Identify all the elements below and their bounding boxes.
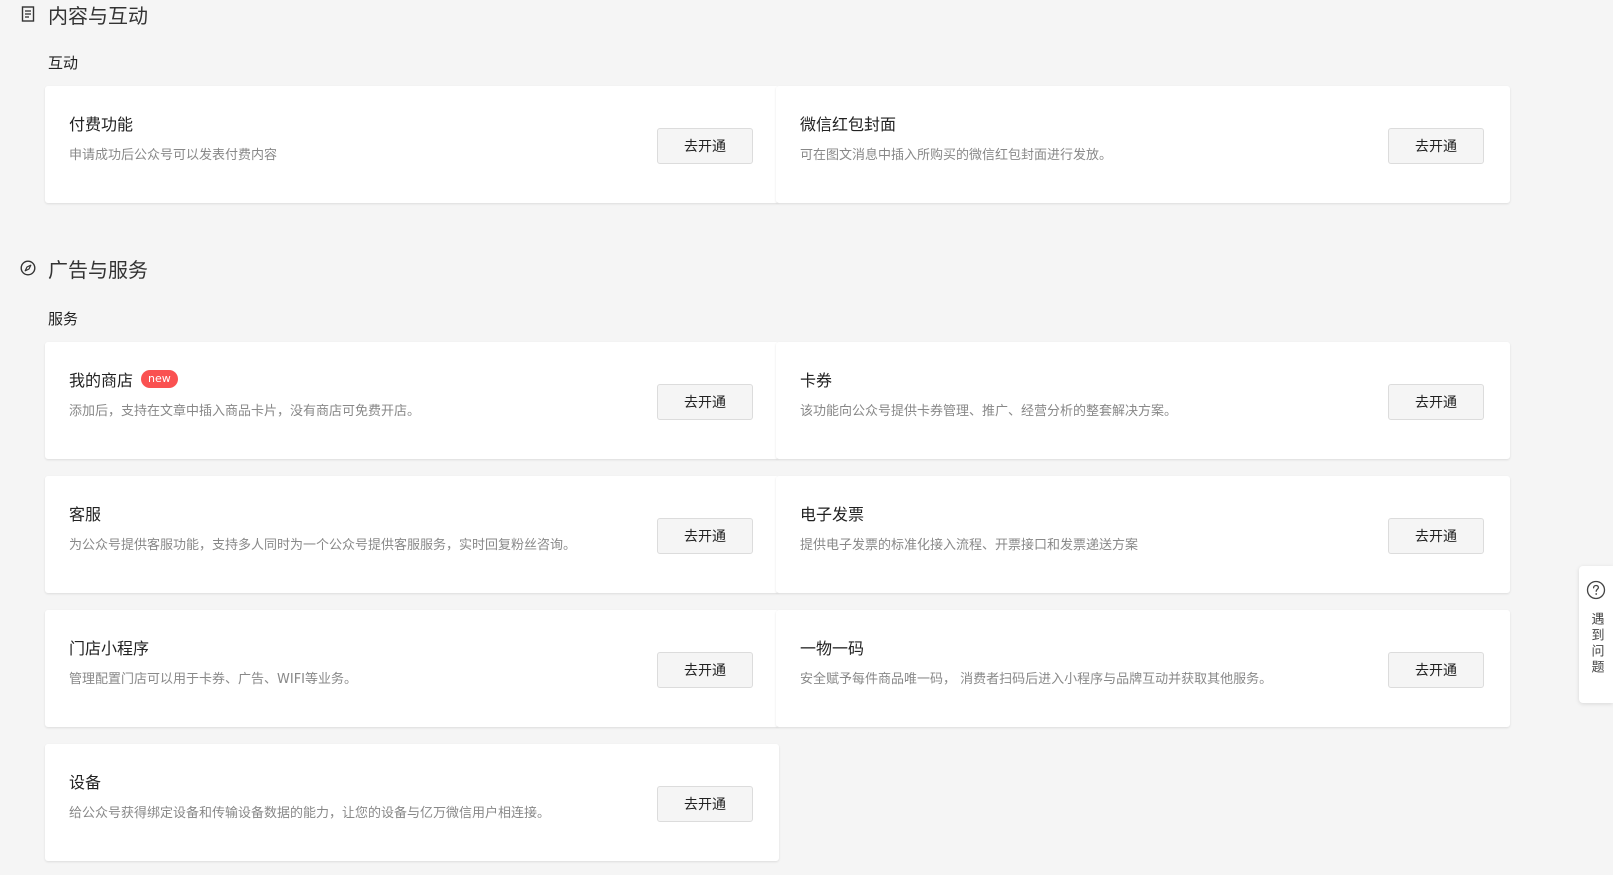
card-my-store: 我的商店 new 添加后，支持在文章中插入商品卡片，没有商店可免费开店。 去开通 xyxy=(45,342,779,459)
card-store-mini-program: 门店小程序 管理配置门店可以用于卡券、广告、WIFI等业务。 去开通 xyxy=(45,610,779,727)
card-device: 设备 给公众号获得绑定设备和传输设备数据的能力，让您的设备与亿万微信用户相连接。… xyxy=(45,744,779,861)
activate-button[interactable]: 去开通 xyxy=(657,128,753,164)
card-title: 设备 xyxy=(69,773,102,792)
card-one-item-one-code: 一物一码 安全赋予每件商品唯一码， 消费者扫码后进入小程序与品牌互动并获取其他服… xyxy=(776,610,1510,727)
card-title: 我的商店 new xyxy=(69,367,178,391)
card-title: 卡券 xyxy=(800,371,833,390)
help-label: 遇到问题 xyxy=(1588,612,1604,676)
card-e-invoice: 电子发票 提供电子发票的标准化接入流程、开票接口和发票递送方案 去开通 xyxy=(776,476,1510,593)
activate-button[interactable]: 去开通 xyxy=(657,518,753,554)
card-title: 电子发票 xyxy=(800,505,865,524)
card-description: 为公众号提供客服功能，支持多人同时为一个公众号提供客服服务，实时回复粉丝咨询。 xyxy=(69,538,577,553)
question-circle-icon xyxy=(1586,580,1606,604)
help-float-button[interactable]: 遇到问题 xyxy=(1579,566,1613,703)
activate-button[interactable]: 去开通 xyxy=(1388,128,1484,164)
card-description: 给公众号获得绑定设备和传输设备数据的能力，让您的设备与亿万微信用户相连接。 xyxy=(69,806,551,821)
card-title: 付费功能 xyxy=(69,115,134,134)
card-description: 安全赋予每件商品唯一码， 消费者扫码后进入小程序与品牌互动并获取其他服务。 xyxy=(800,672,1273,687)
section-title: 广告与服务 xyxy=(48,257,148,282)
card-customer-service: 客服 为公众号提供客服功能，支持多人同时为一个公众号提供客服服务，实时回复粉丝咨… xyxy=(45,476,779,593)
card-description: 管理配置门店可以用于卡券、广告、WIFI等业务。 xyxy=(69,672,357,687)
activate-button[interactable]: 去开通 xyxy=(1388,518,1484,554)
page: 内容与互动 互动 付费功能 申请成功后公众号可以发表付费内容 去开通 微信红包封… xyxy=(0,0,1613,875)
group-title: 服务 xyxy=(48,310,79,328)
card-title: 微信红包封面 xyxy=(800,115,897,134)
card-description: 可在图文消息中插入所购买的微信红包封面进行发放。 xyxy=(800,148,1113,163)
section-title: 内容与互动 xyxy=(48,3,148,28)
card-red-packet-cover: 微信红包封面 可在图文消息中插入所购买的微信红包封面进行发放。 去开通 xyxy=(776,86,1510,203)
card-description: 添加后，支持在文章中插入商品卡片，没有商店可免费开店。 xyxy=(69,404,421,419)
card-title: 门店小程序 xyxy=(69,639,150,658)
activate-button[interactable]: 去开通 xyxy=(657,652,753,688)
activate-button[interactable]: 去开通 xyxy=(657,786,753,822)
activate-button[interactable]: 去开通 xyxy=(1388,652,1484,688)
section-header-services: 广告与服务 xyxy=(20,254,148,282)
card-description: 提供电子发票的标准化接入流程、开票接口和发票递送方案 xyxy=(800,538,1139,553)
card-description: 申请成功后公众号可以发表付费内容 xyxy=(69,148,278,163)
card-paid-content: 付费功能 申请成功后公众号可以发表付费内容 去开通 xyxy=(45,86,779,203)
new-badge: new xyxy=(141,370,178,388)
section-header-content: 内容与互动 xyxy=(20,0,148,28)
card-title: 一物一码 xyxy=(800,639,865,658)
document-icon xyxy=(20,6,36,22)
card-coupons: 卡券 该功能向公众号提供卡券管理、推广、经营分析的整套解决方案。 去开通 xyxy=(776,342,1510,459)
card-title: 客服 xyxy=(69,505,102,524)
compass-icon xyxy=(20,260,36,276)
activate-button[interactable]: 去开通 xyxy=(657,384,753,420)
group-title: 互动 xyxy=(48,54,79,72)
card-title-text: 我的商店 xyxy=(69,371,134,390)
activate-button[interactable]: 去开通 xyxy=(1388,384,1484,420)
card-description: 该功能向公众号提供卡券管理、推广、经营分析的整套解决方案。 xyxy=(800,404,1178,419)
